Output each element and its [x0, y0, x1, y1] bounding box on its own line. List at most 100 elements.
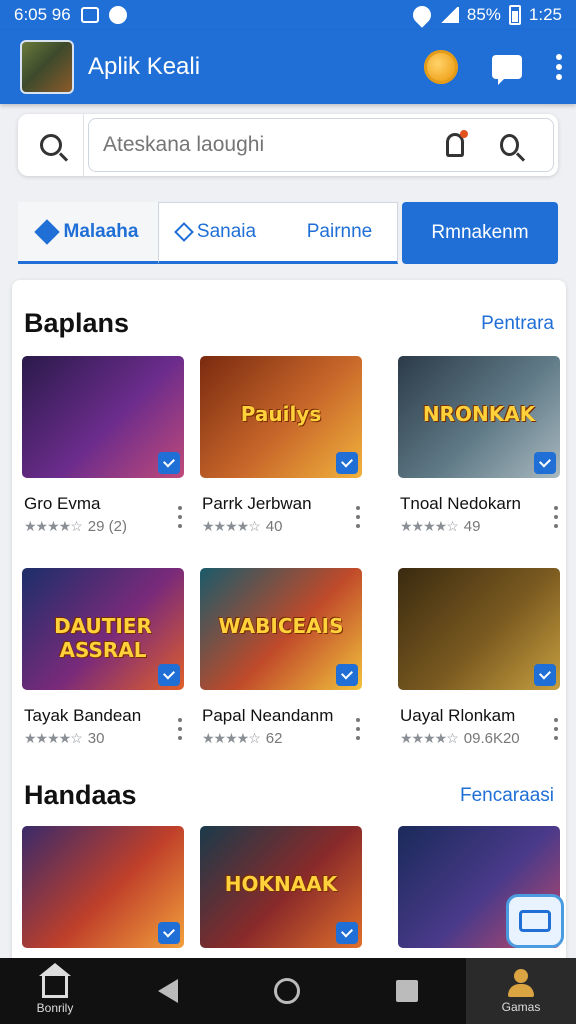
game-card[interactable]: DAUTIER ASSRAL Tayak Bandean ★★★★☆ 30: [22, 568, 186, 747]
tab-label: Sanaia: [196, 221, 257, 242]
game-more-icon[interactable]: [178, 718, 182, 740]
signal-icon: [438, 7, 459, 23]
verified-badge-icon: [534, 452, 556, 474]
rating-text: 30: [87, 730, 105, 747]
game-title: Gro Evma: [24, 494, 101, 513]
status-right: 85% 1:25: [409, 2, 562, 28]
star-rating-icon: ★★★★☆: [202, 730, 261, 746]
verified-badge-icon: [336, 664, 358, 686]
tab-label: Rmnakenm: [431, 222, 529, 243]
section-header: Baplans Pentrara: [12, 308, 566, 339]
home-circle-icon[interactable]: [274, 978, 300, 1004]
nav-home[interactable]: Bonrily: [0, 958, 110, 1024]
status-bar: 6:05 96 85% 1:25: [0, 0, 576, 30]
app-actions: [424, 50, 562, 85]
star-rating-icon: ★★★★☆: [24, 518, 83, 534]
app-title: Aplik Keali: [88, 53, 201, 80]
game-thumbnail[interactable]: WABICEAIS: [200, 568, 362, 690]
rating-text: 40: [265, 518, 283, 535]
tab-sanaia[interactable]: Sanaia: [159, 203, 274, 261]
game-thumbnail[interactable]: HOKNAAK: [200, 826, 362, 948]
game-thumbnail[interactable]: [22, 826, 184, 948]
game-more-icon[interactable]: [178, 506, 182, 528]
star-rating-icon: ★★★★☆: [24, 730, 83, 746]
bottom-nav: Bonrily Gamas: [0, 958, 576, 1024]
game-thumbnail[interactable]: DAUTIER ASSRAL: [22, 568, 184, 690]
section-see-all-link[interactable]: Fencaraasi: [460, 785, 554, 807]
search-field[interactable]: [88, 118, 554, 172]
rating-text: 49: [463, 518, 481, 535]
category-tabs: Malaaha Sanaia Pairnne Rmnakenm: [18, 202, 558, 264]
verified-badge-icon: [336, 922, 358, 944]
game-card[interactable]: HOKNAAKMerkibuno: [200, 826, 364, 970]
search-icon: [39, 134, 62, 156]
bell-icon[interactable]: [445, 130, 468, 157]
verified-badge-icon: [336, 452, 358, 474]
rating-text: 29 (2): [87, 518, 127, 535]
tab-rmnakenm[interactable]: Rmnakenm: [402, 202, 558, 264]
game-rating: ★★★★☆ 49: [398, 518, 562, 535]
battery-percent: 85%: [466, 5, 501, 24]
game-logo-text: WABICEAIS: [218, 614, 344, 639]
battery-icon: [508, 5, 521, 25]
game-more-icon[interactable]: [554, 506, 558, 528]
gallery-icon: [80, 7, 99, 23]
more-menu-icon[interactable]: [556, 54, 562, 80]
star-rating-icon: ★★★★☆: [400, 730, 459, 746]
diamond-outline-icon: [174, 222, 194, 242]
search-input[interactable]: [103, 133, 446, 157]
game-title: Tnoal Nedokarn: [400, 494, 521, 513]
section-title: Handaas: [24, 780, 137, 810]
game-card[interactable]: NRONKAK Tnoal Nedokarn ★★★★☆ 49: [398, 356, 562, 535]
game-thumbnail[interactable]: [398, 568, 560, 690]
content-card: Baplans Pentrara Handaas Fencaraasi Gro …: [12, 280, 566, 970]
game-card[interactable]: [22, 826, 186, 948]
game-thumbnail[interactable]: Pauilys: [200, 356, 362, 478]
nav-games-label: Gamas: [501, 999, 541, 1014]
game-more-icon[interactable]: [554, 718, 558, 740]
rating-text: 62: [265, 730, 283, 747]
game-rating: ★★★★☆ 62: [200, 730, 364, 747]
game-logo-text: Pauilys: [240, 402, 322, 427]
tab-pairnne[interactable]: Pairnne: [282, 203, 397, 261]
recents-icon[interactable]: [396, 980, 418, 1002]
game-card[interactable]: Uayal Rlonkam ★★★★☆ 09.6K20: [398, 568, 562, 747]
game-card[interactable]: Pauilys Parrk Jerbwan ★★★★☆ 40: [200, 356, 364, 535]
verified-badge-icon: [158, 664, 180, 686]
game-rating: ★★★★☆ 30: [22, 730, 186, 747]
system-nav: [110, 978, 466, 1004]
game-thumbnail[interactable]: NRONKAK: [398, 356, 560, 478]
game-title: Papal Neandanm: [202, 706, 334, 725]
status-left: 6:05 96: [14, 5, 127, 25]
game-card[interactable]: WABICEAIS Papal Neandanm ★★★★☆ 62: [200, 568, 364, 747]
tab-label: Pairnne: [306, 221, 373, 242]
coin-icon[interactable]: [424, 50, 458, 84]
search-bar: [18, 114, 558, 176]
game-more-icon[interactable]: [356, 718, 360, 740]
app-badge-icon: [519, 910, 551, 932]
game-more-icon[interactable]: [356, 506, 360, 528]
star-rating-icon: ★★★★☆: [400, 518, 459, 534]
search-submit-icon[interactable]: [500, 134, 519, 156]
game-logo-text: NRONKAK: [422, 402, 536, 427]
chat-icon[interactable]: [492, 55, 522, 85]
nav-games[interactable]: Gamas: [466, 958, 576, 1024]
game-rating: ★★★★☆ 09.6K20: [398, 730, 562, 747]
tab-label: Malaaha: [63, 220, 139, 242]
wifi-icon: [409, 2, 435, 28]
notification-icon: [108, 6, 127, 24]
game-logo-text: DAUTIER ASSRAL: [54, 614, 152, 663]
verified-badge-icon: [534, 664, 556, 686]
section-see-all-link[interactable]: Pentrara: [481, 313, 554, 335]
game-rating: ★★★★☆ 29 (2): [22, 518, 186, 535]
game-title: Uayal Rlonkam: [400, 706, 516, 725]
search-button[interactable]: [18, 114, 84, 176]
app-logo: [20, 40, 74, 94]
floating-action-button[interactable]: [506, 894, 564, 948]
game-thumbnail[interactable]: [22, 356, 184, 478]
back-icon[interactable]: [158, 979, 178, 1003]
home-icon: [39, 962, 71, 998]
status-time-left: 6:05 96: [14, 5, 71, 24]
tab-malaaha[interactable]: Malaaha: [18, 202, 158, 264]
game-card[interactable]: Gro Evma ★★★★☆ 29 (2): [22, 356, 186, 535]
